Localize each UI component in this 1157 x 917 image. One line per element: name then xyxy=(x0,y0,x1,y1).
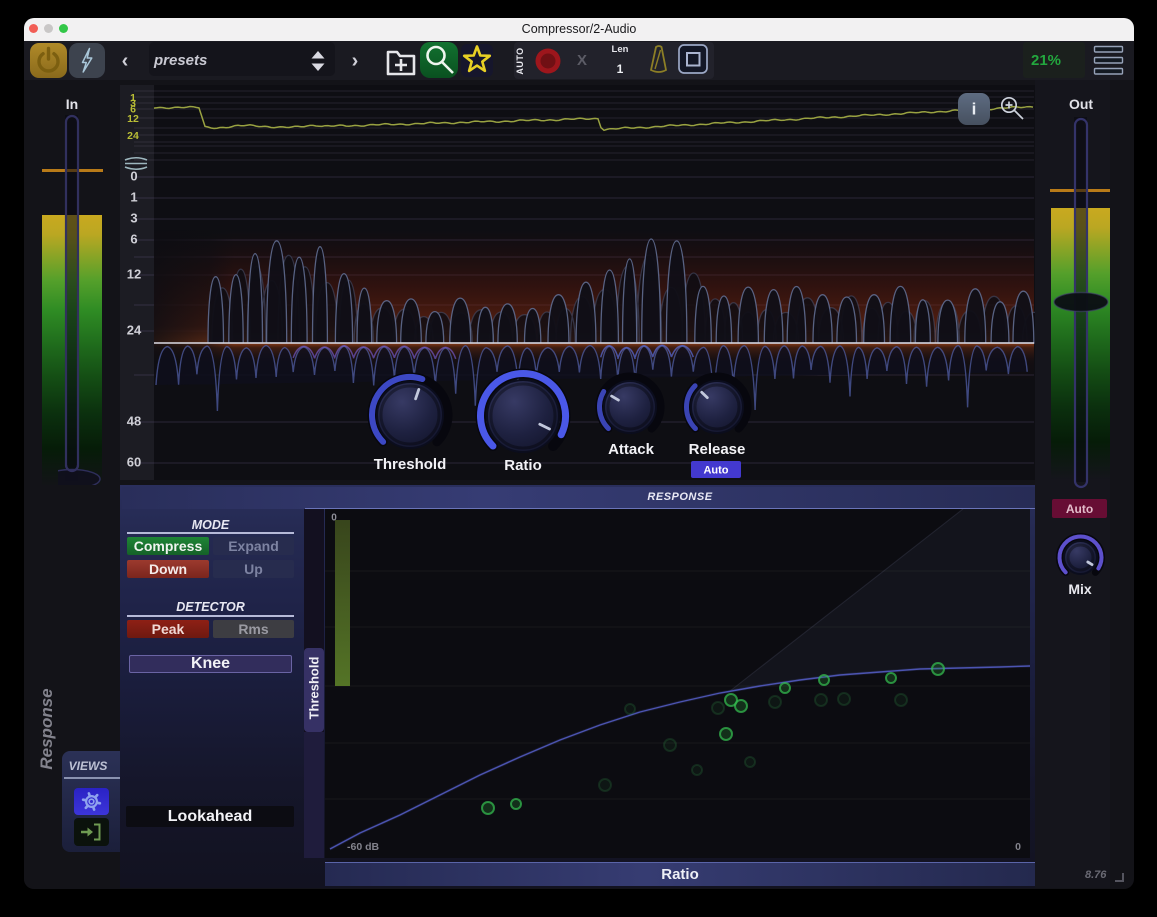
svg-text:60: 60 xyxy=(127,454,141,469)
svg-text:12: 12 xyxy=(127,113,139,125)
svg-text:24: 24 xyxy=(127,130,139,142)
svg-text:3: 3 xyxy=(130,210,137,225)
svg-text:-60 dB: -60 dB xyxy=(347,841,380,853)
svg-text:Ratio: Ratio xyxy=(504,457,542,474)
svg-text:12: 12 xyxy=(127,266,141,281)
svg-text:24: 24 xyxy=(127,322,142,337)
svg-text:0: 0 xyxy=(130,168,137,183)
svg-text:Attack: Attack xyxy=(608,441,655,458)
svg-text:48: 48 xyxy=(127,413,141,428)
svg-text:0: 0 xyxy=(1015,841,1021,853)
svg-text:i: i xyxy=(972,99,977,118)
svg-text:1: 1 xyxy=(130,189,137,204)
svg-text:Release: Release xyxy=(689,441,746,458)
svg-text:Threshold: Threshold xyxy=(374,456,447,473)
svg-text:Auto: Auto xyxy=(703,464,728,476)
svg-text:0: 0 xyxy=(331,513,337,524)
svg-text:6: 6 xyxy=(130,231,137,246)
